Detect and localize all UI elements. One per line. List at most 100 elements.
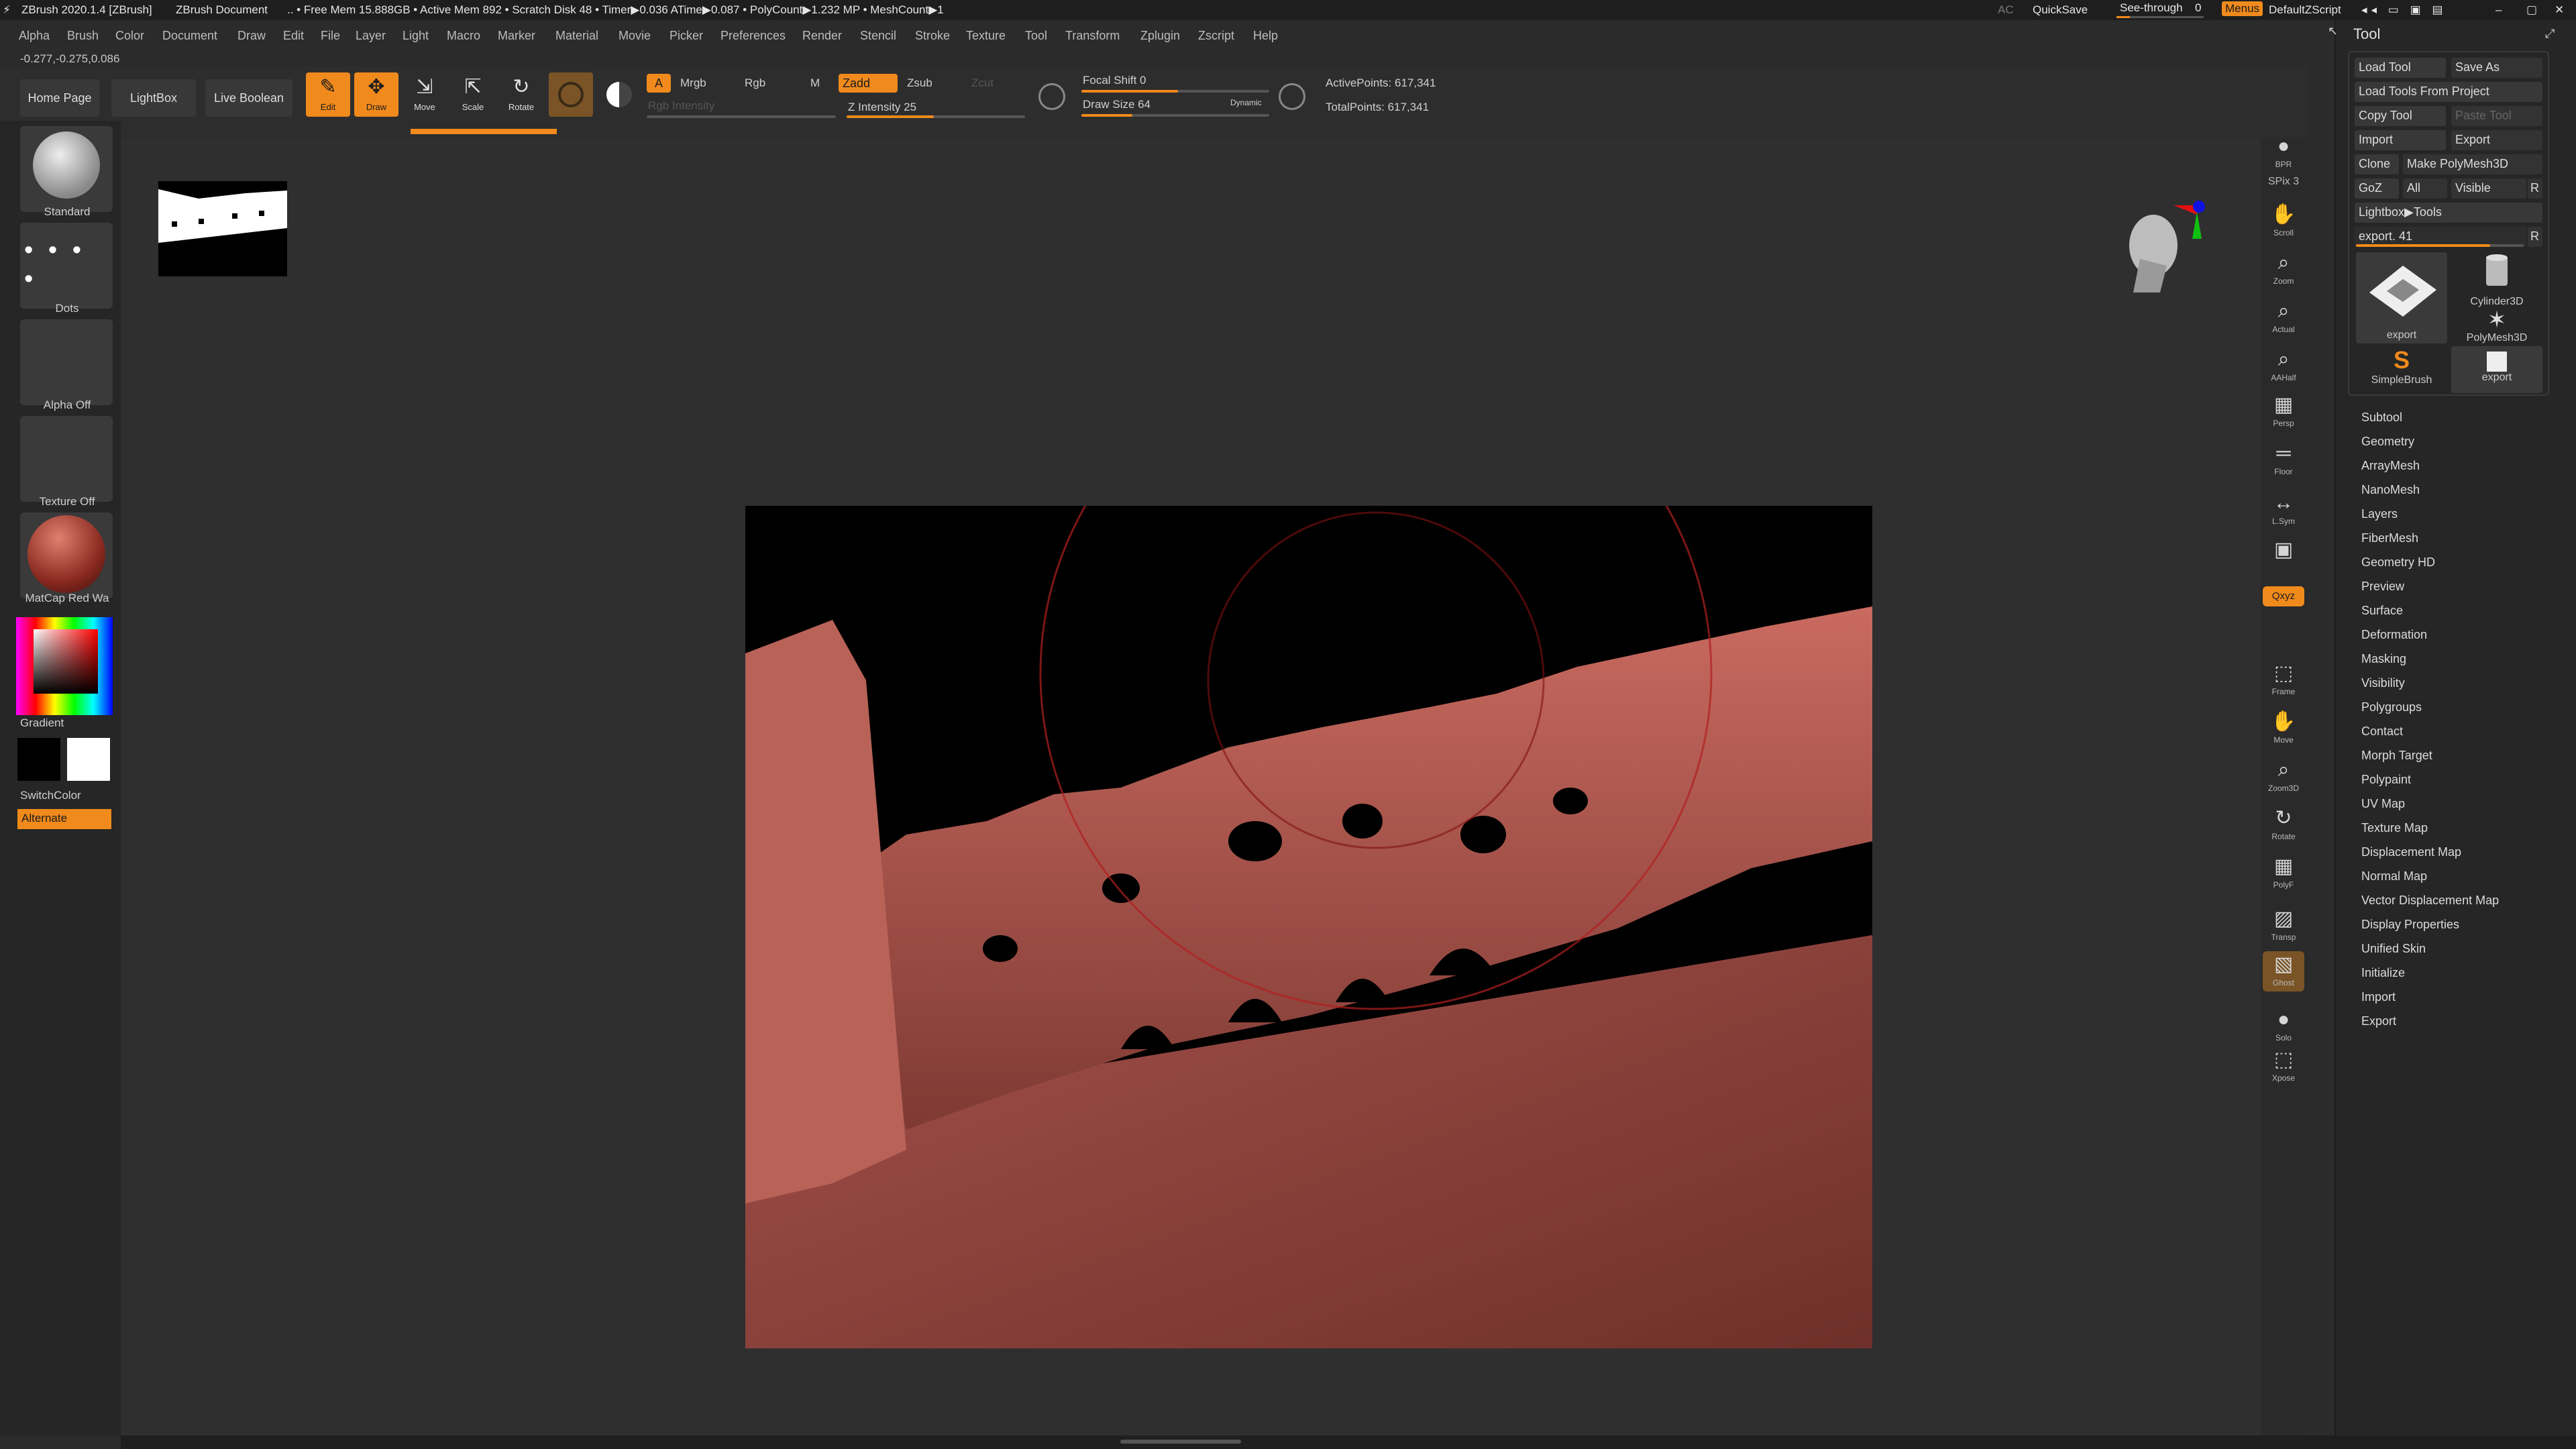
menu-picker[interactable]: Picker bbox=[669, 29, 703, 43]
menu-preferences[interactable]: Preferences bbox=[720, 29, 786, 43]
menu-transform[interactable]: Transform bbox=[1065, 29, 1120, 43]
transp-button[interactable]: ▨ Transp bbox=[2263, 906, 2304, 946]
menu-polygroups[interactable]: Polygroups bbox=[2361, 700, 2422, 714]
secondary-color-swatch[interactable] bbox=[17, 738, 60, 781]
draw-size-label[interactable]: Draw Size 64 bbox=[1083, 98, 1150, 111]
load-from-project-button[interactable]: Load Tools From Project bbox=[2355, 82, 2542, 102]
backface-mask-icon[interactable] bbox=[1279, 83, 1305, 110]
menu-geometry[interactable]: Geometry bbox=[2361, 435, 2414, 449]
zoom3d-button[interactable]: ⌕ Zoom3D bbox=[2263, 757, 2304, 797]
primary-color-swatch[interactable] bbox=[67, 738, 110, 781]
material-sphere-button[interactable] bbox=[549, 72, 593, 117]
menu-unified-skin[interactable]: Unified Skin bbox=[2361, 942, 2426, 956]
texture-thumbnail[interactable] bbox=[20, 416, 113, 502]
tool-panel-header[interactable]: Tool bbox=[2353, 25, 2380, 43]
menus-button[interactable]: Menus bbox=[2222, 1, 2263, 16]
menu-layer[interactable]: Layer bbox=[356, 29, 386, 43]
menu-texture[interactable]: Texture bbox=[966, 29, 1006, 43]
m-button[interactable]: M bbox=[810, 76, 820, 90]
menu-contact[interactable]: Contact bbox=[2361, 724, 2403, 739]
a-button[interactable]: A bbox=[647, 74, 671, 93]
xyz-button[interactable]: Qxyz bbox=[2263, 586, 2304, 606]
solo-button[interactable]: ● Solo bbox=[2263, 1006, 2304, 1046]
menu-fibermesh[interactable]: FiberMesh bbox=[2361, 531, 2418, 545]
z-intensity-slider[interactable] bbox=[847, 115, 1025, 118]
dynamic-toggle[interactable]: Dynamic bbox=[1230, 98, 1262, 107]
make-polymesh-button[interactable]: Make PolyMesh3D bbox=[2403, 154, 2542, 174]
menu-surface[interactable]: Surface bbox=[2361, 604, 2403, 618]
material-thumbnail[interactable] bbox=[20, 513, 113, 598]
rgb-intensity-slider[interactable] bbox=[647, 115, 836, 118]
menu-alpha[interactable]: Alpha bbox=[19, 29, 50, 43]
aahalf-button[interactable]: ⌕ AAHalf bbox=[2263, 346, 2304, 386]
menu-texture-map[interactable]: Texture Map bbox=[2361, 821, 2428, 835]
lightbox-tools-button[interactable]: Lightbox▶Tools bbox=[2355, 203, 2542, 223]
menu-marker[interactable]: Marker bbox=[498, 29, 535, 43]
rotate-button[interactable]: ↻ Rotate bbox=[499, 72, 543, 117]
menu-light[interactable]: Light bbox=[402, 29, 429, 43]
zsub-button[interactable]: Zsub bbox=[907, 76, 932, 90]
focal-shift-label[interactable]: Focal Shift 0 bbox=[1083, 74, 1146, 87]
menu-tool[interactable]: Tool bbox=[1025, 29, 1047, 43]
zcut-button[interactable]: Zcut bbox=[971, 76, 994, 90]
tool-panel-pin-icon[interactable]: ↖ bbox=[2328, 24, 2338, 38]
copy-tool-button[interactable]: Copy Tool bbox=[2355, 106, 2446, 126]
menu-import[interactable]: Import bbox=[2361, 990, 2396, 1004]
menu-file[interactable]: File bbox=[321, 29, 340, 43]
close-icon[interactable]: ✕ bbox=[2555, 3, 2564, 17]
zadd-button[interactable]: Zadd bbox=[839, 74, 898, 93]
edit-button[interactable]: ✎ Edit bbox=[306, 72, 350, 117]
xpose-button[interactable]: ⬚ Xpose bbox=[2263, 1046, 2304, 1087]
move-button[interactable]: ⇲ Move bbox=[402, 72, 447, 117]
menu-display-properties[interactable]: Display Properties bbox=[2361, 918, 2459, 932]
rgb-intensity-label[interactable]: Rgb Intensity bbox=[648, 99, 714, 113]
paste-tool-button[interactable]: Paste Tool bbox=[2451, 106, 2542, 126]
draw-size-slider[interactable] bbox=[1081, 114, 1269, 117]
persp-button[interactable]: ▦ Persp bbox=[2263, 392, 2304, 432]
menu-render[interactable]: Render bbox=[802, 29, 842, 43]
export-subtool-slider[interactable] bbox=[2356, 244, 2524, 247]
rotate-view-button[interactable]: ↻ Rotate bbox=[2263, 805, 2304, 845]
import-button[interactable]: Import bbox=[2355, 130, 2446, 150]
menu-material[interactable]: Material bbox=[555, 29, 598, 43]
menu-zscript[interactable]: Zscript bbox=[1198, 29, 1234, 43]
scale-button[interactable]: ⇱ Scale bbox=[451, 72, 495, 117]
lock-button[interactable]: ▣ bbox=[2263, 537, 2304, 577]
polyf-button[interactable]: ▦ PolyF bbox=[2263, 853, 2304, 894]
menu-stencil[interactable]: Stencil bbox=[860, 29, 896, 43]
thumb-export-small[interactable]: export bbox=[2451, 346, 2542, 393]
menu-normal-map[interactable]: Normal Map bbox=[2361, 869, 2427, 883]
ac-label[interactable]: AC bbox=[1998, 3, 2014, 17]
menu-draw[interactable]: Draw bbox=[237, 29, 266, 43]
color-picker[interactable] bbox=[16, 617, 113, 715]
visible-button[interactable]: Visible bbox=[2451, 178, 2526, 199]
viewport[interactable] bbox=[121, 138, 2261, 1436]
thumb-simplebrush[interactable]: S SimpleBrush bbox=[2356, 346, 2447, 393]
menu-initialize[interactable]: Initialize bbox=[2361, 966, 2405, 980]
lsym-button[interactable]: ↔ L.Sym bbox=[2263, 490, 2304, 530]
clone-button[interactable]: Clone bbox=[2355, 154, 2399, 174]
r-button[interactable]: R bbox=[2528, 178, 2542, 199]
move-view-button[interactable]: ✋ Move bbox=[2263, 708, 2304, 749]
menu-uv-map[interactable]: UV Map bbox=[2361, 797, 2405, 811]
zscript-label[interactable]: DefaultZScript bbox=[2269, 3, 2341, 17]
focal-shift-slider[interactable] bbox=[1081, 90, 1269, 93]
load-tool-button[interactable]: Load Tool bbox=[2355, 58, 2446, 78]
thumb-cylinder-polymesh[interactable]: Cylinder3D ✶ PolyMesh3D bbox=[2451, 252, 2542, 343]
all-button[interactable]: All bbox=[2403, 178, 2447, 199]
menu-visibility[interactable]: Visibility bbox=[2361, 676, 2405, 690]
menu-brush[interactable]: Brush bbox=[67, 29, 99, 43]
lazy-mouse-icon[interactable] bbox=[1038, 83, 1065, 110]
menu-color[interactable]: Color bbox=[115, 29, 144, 43]
quicksave-button[interactable]: QuickSave bbox=[2033, 3, 2088, 17]
rgb-button[interactable]: Rgb bbox=[745, 76, 765, 90]
live-boolean-button[interactable]: Live Boolean bbox=[205, 79, 292, 117]
minimize-icon[interactable]: – bbox=[2496, 3, 2502, 17]
lightbox-button[interactable]: LightBox bbox=[111, 79, 196, 117]
thumb-export-main[interactable]: export bbox=[2356, 252, 2447, 343]
bpr-button[interactable]: ● BPR bbox=[2263, 133, 2304, 173]
menu-help[interactable]: Help bbox=[1253, 29, 1278, 43]
spix-button[interactable]: SPix 3 bbox=[2263, 176, 2304, 196]
z-intensity-label[interactable]: Z Intensity 25 bbox=[848, 101, 916, 114]
menu-morph-target[interactable]: Morph Target bbox=[2361, 749, 2432, 763]
